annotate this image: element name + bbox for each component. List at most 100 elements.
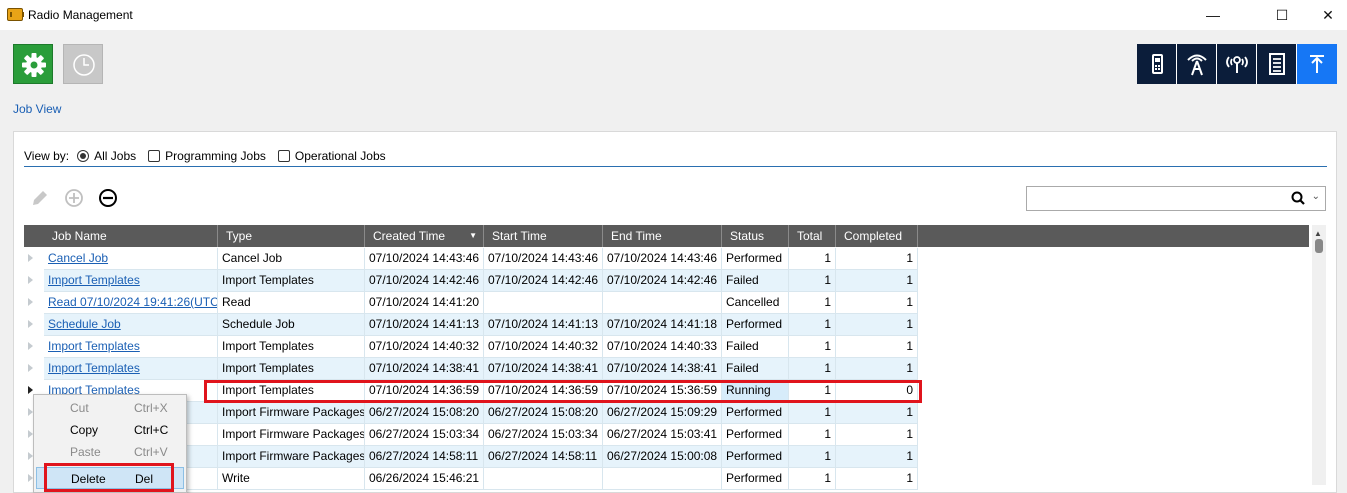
- cell-type: Import Templates: [218, 270, 365, 292]
- cell-name[interactable]: Import Templates: [44, 358, 218, 380]
- col-type[interactable]: Type: [218, 225, 365, 247]
- table-row[interactable]: Schedule Job Schedule Job 07/10/2024 14:41…: [24, 314, 918, 336]
- cell-total: 1: [789, 358, 836, 380]
- cell-type: Write: [218, 468, 365, 490]
- col-created-time[interactable]: Created Time ▼: [365, 225, 484, 247]
- cell-start: 07/10/2024 14:41:13: [484, 314, 603, 336]
- cell-type: Read: [218, 292, 365, 314]
- cell-status: Performed: [722, 402, 789, 424]
- search-icon[interactable]: [1291, 191, 1305, 205]
- job-actions: [30, 188, 132, 208]
- nav-upload-button[interactable]: [1297, 44, 1337, 84]
- cell-created: 06/27/2024 15:08:20: [365, 402, 484, 424]
- menu-item-shortcut: Ctrl+X: [134, 401, 168, 415]
- cell-end: [603, 292, 722, 314]
- edit-button[interactable]: [30, 188, 50, 208]
- col-start-time[interactable]: Start Time: [484, 225, 603, 247]
- list-icon: [1268, 53, 1285, 75]
- operational-jobs-label[interactable]: Operational Jobs: [295, 149, 386, 163]
- nav-list-button[interactable]: [1257, 44, 1297, 84]
- upload-icon: [1310, 55, 1324, 73]
- cell-status: Performed: [722, 314, 789, 336]
- cell-status: Performed: [722, 248, 789, 270]
- context-menu: Cut Ctrl+X Copy Ctrl+C Paste Ctrl+V Dele…: [33, 394, 187, 493]
- menu-item-shortcut: Ctrl+C: [134, 423, 169, 437]
- search-field[interactable]: ⌄: [1026, 186, 1326, 211]
- add-button[interactable]: [64, 188, 84, 208]
- table-row[interactable]: Cancel Job Cancel Job 07/10/2024 14:43:46 0…: [24, 248, 918, 270]
- row-indicator-icon: [28, 364, 33, 372]
- cell-name[interactable]: Read 07/10/2024 19:41:26(UTC): [44, 292, 218, 314]
- table-scrollbar[interactable]: ▲: [1312, 225, 1326, 485]
- app-radio-icon: [7, 8, 24, 21]
- col-status[interactable]: Status: [722, 225, 789, 247]
- menu-item-paste[interactable]: Paste Ctrl+V: [34, 441, 186, 463]
- view-by-filter: View by: All Jobs Programming Jobs Opera…: [24, 149, 386, 163]
- minimize-button[interactable]: —: [1190, 0, 1236, 30]
- cell-status: Failed: [722, 336, 789, 358]
- cell-total: 1: [789, 380, 836, 402]
- breadcrumb[interactable]: Job View: [13, 102, 61, 116]
- cell-total: 1: [789, 336, 836, 358]
- menu-item-cut[interactable]: Cut Ctrl+X: [34, 397, 186, 419]
- cell-completed: 1: [836, 270, 918, 292]
- table-row[interactable]: Import Templates Import Templates 07/10/20…: [24, 358, 918, 380]
- history-button[interactable]: [63, 44, 103, 84]
- cell-start: [484, 292, 603, 314]
- maximize-button[interactable]: ☐: [1259, 0, 1305, 30]
- table-row[interactable]: Import Templates Import Templates 07/10/20…: [24, 336, 918, 358]
- scroll-up-icon[interactable]: ▲: [1314, 229, 1322, 238]
- menu-item-shortcut: Del: [135, 472, 154, 486]
- cell-created: 06/26/2024 15:46:21: [365, 468, 484, 490]
- cell-completed: 1: [836, 424, 918, 446]
- programming-jobs-label[interactable]: Programming Jobs: [165, 149, 266, 163]
- operational-jobs-checkbox[interactable]: [277, 150, 290, 162]
- cell-end: 07/10/2024 14:41:18: [603, 314, 722, 336]
- tower-icon: [1186, 54, 1207, 76]
- search-input[interactable]: [1031, 190, 1281, 207]
- cell-status: Cancelled: [722, 292, 789, 314]
- cell-total: 1: [789, 248, 836, 270]
- view-by-label: View by:: [24, 149, 70, 163]
- settings-button[interactable]: [13, 44, 53, 84]
- menu-item-label: Copy: [70, 423, 99, 437]
- row-indicator-icon: [28, 276, 33, 284]
- cell-status: Failed: [722, 358, 789, 380]
- nav-tower-button[interactable]: [1177, 44, 1217, 84]
- col-end-time[interactable]: End Time: [603, 225, 722, 247]
- title-bar: Radio Management — ☐ ✕: [0, 0, 1347, 30]
- col-job-name[interactable]: Job Name: [44, 225, 218, 247]
- cell-name[interactable]: Schedule Job: [44, 314, 218, 336]
- chevron-down-icon[interactable]: ⌄: [1312, 191, 1320, 202]
- cell-completed: 1: [836, 248, 918, 270]
- cell-start: 06/27/2024 15:08:20: [484, 402, 603, 424]
- cell-total: 1: [789, 292, 836, 314]
- table-row[interactable]: Read 07/10/2024 19:41:26(UTC) Read 07/10/2…: [24, 292, 918, 314]
- cell-name[interactable]: Import Templates: [44, 336, 218, 358]
- remove-button[interactable]: [98, 188, 118, 208]
- scroll-thumb[interactable]: [1315, 239, 1323, 253]
- cell-type: Import Templates: [218, 358, 365, 380]
- col-total[interactable]: Total: [789, 225, 836, 247]
- programming-jobs-checkbox[interactable]: [148, 150, 161, 162]
- all-jobs-label[interactable]: All Jobs: [94, 149, 136, 163]
- nav-antenna-button[interactable]: [1217, 44, 1257, 84]
- cell-completed: 0: [836, 380, 918, 402]
- close-button[interactable]: ✕: [1305, 0, 1347, 30]
- cell-completed: 1: [836, 468, 918, 490]
- pencil-icon: [33, 191, 47, 205]
- all-jobs-radio[interactable]: [77, 150, 90, 162]
- cell-name[interactable]: Cancel Job: [44, 248, 218, 270]
- cell-created: 07/10/2024 14:38:41: [365, 358, 484, 380]
- menu-item-delete[interactable]: Delete Del: [36, 467, 184, 489]
- menu-item-copy[interactable]: Copy Ctrl+C: [34, 419, 186, 441]
- col-completed[interactable]: Completed: [836, 225, 918, 247]
- filter-divider: [24, 166, 1327, 167]
- table-row[interactable]: Import Templates Import Templates 07/10/20…: [24, 270, 918, 292]
- cell-name[interactable]: Import Templates: [44, 270, 218, 292]
- nav-radios-button[interactable]: [1137, 44, 1177, 84]
- cell-end: 07/10/2024 15:36:59: [603, 380, 722, 402]
- cell-total: 1: [789, 446, 836, 468]
- cell-start: 07/10/2024 14:43:46: [484, 248, 603, 270]
- cell-completed: 1: [836, 292, 918, 314]
